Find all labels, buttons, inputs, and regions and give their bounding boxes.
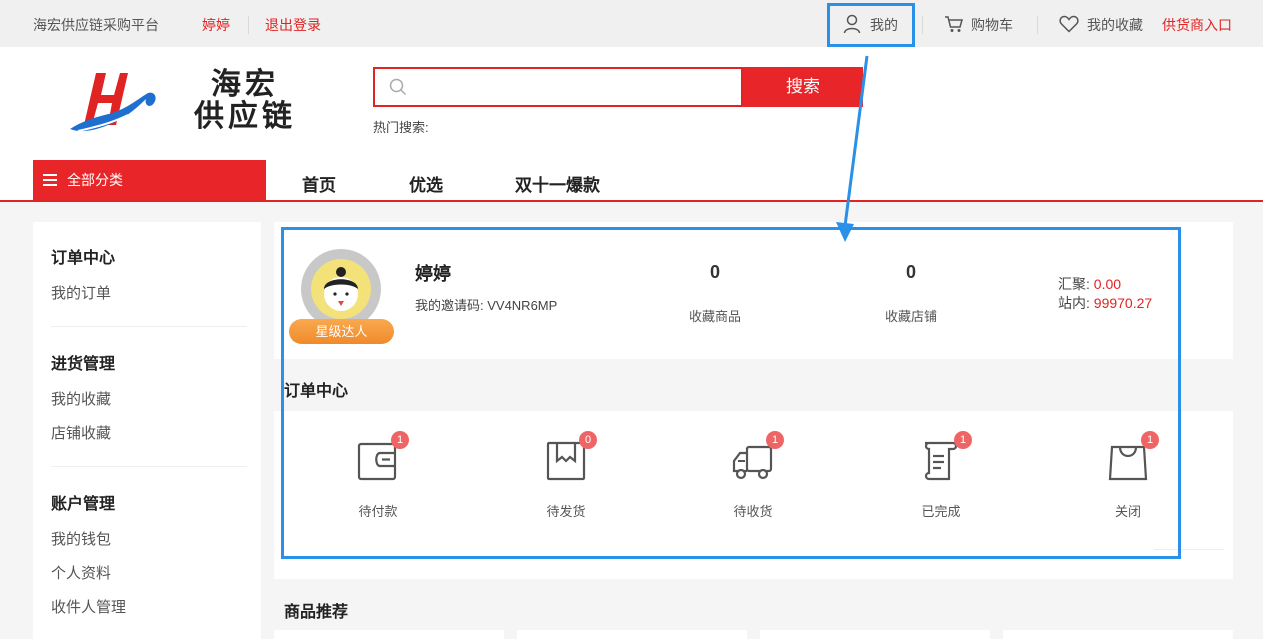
top-bar: 海宏供应链采购平台 婷婷 退出登录 我的 购物车 我的收藏 供货商入口 [0, 0, 1263, 47]
search-input[interactable] [373, 67, 743, 107]
sidebar-item-wallet[interactable]: 我的钱包 [51, 528, 111, 549]
platform-name: 海宏供应链采购平台 [33, 17, 159, 33]
sidebar-item-shop-favorites[interactable]: 店铺收藏 [51, 422, 111, 443]
favorites-link[interactable]: 我的收藏 [1087, 16, 1143, 34]
divider [51, 466, 247, 467]
divider [248, 16, 249, 34]
nav-item-double11[interactable]: 双十一爆款 [515, 171, 600, 196]
highlight-box-profile [281, 227, 1181, 559]
divider [922, 16, 923, 34]
recommend-title: 商品推荐 [284, 604, 349, 621]
divider [51, 326, 247, 327]
cart-icon [945, 16, 963, 32]
username-link[interactable]: 婷婷 [202, 16, 230, 34]
hot-search-label: 热门搜索: [373, 120, 429, 135]
sidebar-item-my-favorites[interactable]: 我的收藏 [51, 388, 111, 409]
sidebar-heading-purchase: 进货管理 [51, 356, 116, 373]
highlight-box-mine [827, 3, 915, 47]
search-icon [389, 78, 407, 96]
sidebar-item-recipients[interactable]: 收件人管理 [51, 596, 126, 617]
nav-item-featured[interactable]: 优选 [409, 171, 443, 196]
header-divider [0, 200, 1263, 202]
nav-item-home[interactable]: 首页 [302, 171, 336, 196]
all-categories-button[interactable]: 全部分类 [33, 160, 266, 201]
brand-logo[interactable] [68, 69, 160, 137]
product-card[interactable] [274, 630, 504, 639]
sidebar-heading-orders: 订单中心 [51, 250, 116, 267]
sidebar: 订单中心 我的订单 进货管理 我的收藏 店铺收藏 账户管理 我的钱包 个人资料 … [33, 222, 261, 639]
product-card[interactable] [760, 630, 990, 639]
sidebar-heading-account: 账户管理 [51, 496, 116, 513]
heart-icon [1059, 15, 1079, 33]
search-button[interactable]: 搜索 [743, 67, 863, 107]
list-icon [43, 174, 57, 189]
supplier-entry-link[interactable]: 供货商入口 [1162, 16, 1232, 34]
brand-name: 海宏 供应链 [194, 68, 296, 133]
product-card[interactable] [517, 630, 747, 639]
logout-link[interactable]: 退出登录 [265, 16, 321, 34]
product-card[interactable] [1003, 630, 1233, 639]
divider [1037, 16, 1038, 34]
cart-link[interactable]: 购物车 [971, 16, 1013, 34]
sidebar-item-profile[interactable]: 个人资料 [51, 562, 111, 583]
header: 海宏 供应链 搜索 热门搜索: 全部分类 首页 优选 双十一爆款 [0, 47, 1263, 201]
sidebar-item-my-orders[interactable]: 我的订单 [51, 282, 111, 303]
